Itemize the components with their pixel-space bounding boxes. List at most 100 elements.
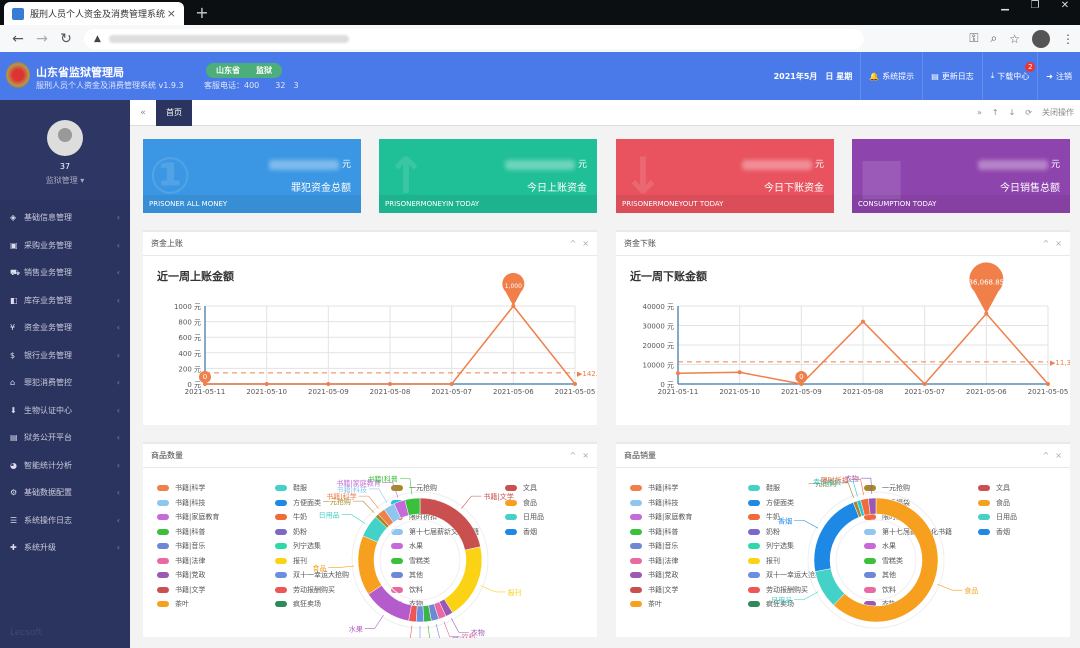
data-point	[449, 382, 454, 386]
inner-ring	[835, 519, 917, 601]
avatar[interactable]	[47, 120, 83, 156]
label-line	[341, 514, 366, 524]
sidebar-item-label: 销售业务管理	[24, 268, 72, 278]
arrow-down-icon[interactable]: ↓	[1009, 108, 1016, 117]
menu-icon: ⌂	[10, 378, 16, 388]
stat-card[interactable]: ↓ 元 今日下账资金 PRISONERMONEYOUT TODAY	[616, 139, 834, 213]
slice-label: 书籍|科普	[368, 475, 398, 484]
min-label: 0	[203, 373, 207, 381]
star-icon[interactable]: ☆	[1009, 32, 1020, 46]
min-label: 0	[799, 373, 803, 381]
max-label: 36,068.85	[969, 278, 1005, 286]
user-profile: 37 监狱管理 ▾	[0, 100, 130, 200]
sidebar-item[interactable]: ⚙ 基础数据配置 ‹	[0, 479, 130, 507]
label-line	[450, 618, 469, 633]
chevron-left-icon: ‹	[116, 268, 120, 278]
pie-slice	[419, 497, 481, 551]
org-name: 山东省监狱管理局	[36, 66, 124, 79]
sidebar-item[interactable]: ✚ 系统升级 ‹	[0, 534, 130, 562]
close-icon[interactable]: ×	[582, 239, 589, 248]
label-line	[860, 477, 873, 495]
collapse-icon[interactable]: ^	[1043, 239, 1050, 248]
sidebar-item[interactable]: $ 银行业务管理 ‹	[0, 342, 130, 370]
menu-icon: $	[10, 350, 16, 360]
profile-icon[interactable]	[1032, 29, 1050, 48]
user-role-dropdown[interactable]: 监狱管理 ▾	[0, 175, 130, 186]
menu-icon: ▣	[10, 240, 18, 250]
forward-icon[interactable]: →	[30, 31, 54, 47]
x-tick-label: 2021-05-05	[1028, 388, 1069, 396]
stat-card[interactable]: ① 元 罪犯资金总额 PRISONER ALL MONEY	[143, 139, 361, 213]
current-date: 2021年5月 日 星期	[773, 71, 853, 81]
y-tick-label: 200 元	[178, 365, 201, 373]
sidebar-item-label: 系统操作日志	[24, 515, 72, 525]
browser-tab[interactable]: 服刑人员个人资金及消费管理系统 ×	[4, 2, 184, 25]
card-label: 今日上账资金	[527, 183, 587, 194]
sidebar-item[interactable]: ◈ 基础信息管理 ‹	[0, 204, 130, 232]
chevron-left-icon: ‹	[116, 350, 120, 360]
prison-badge: 山东省 监狱	[206, 63, 282, 78]
sidebar-item[interactable]: ¥ 资金业务管理 ‹	[0, 314, 130, 342]
download-center-button[interactable]: ⤓ 下载中心 2	[981, 52, 1038, 100]
sidebar-item[interactable]: ☰ 系统操作日志 ‹	[0, 507, 130, 535]
tab-home[interactable]: 首页	[156, 99, 192, 126]
scroll-left-button[interactable]: «	[130, 108, 156, 118]
sidebar-item[interactable]: ⬇ 生物认证中心 ‹	[0, 397, 130, 425]
panel-funds-in: 资金上账 ^ × 近一周上账金额 0 元 200 元 400 元 600 元 800 元1…	[143, 230, 597, 425]
logout-label: 注销	[1056, 71, 1072, 81]
average-label: ▶11,366.85	[1050, 359, 1070, 367]
app-header: 山东省监狱管理局 服刑人员个人资金及消费管理系统 v1.9.3 山东省 监狱 客…	[0, 52, 1080, 100]
menu-icon[interactable]: ⋮	[1062, 32, 1074, 46]
refresh-icon[interactable]: ⟳	[1025, 108, 1032, 117]
sidebar-item[interactable]: ▤ 狱务公开平台 ‹	[0, 424, 130, 452]
scroll-right-button[interactable]: »	[977, 108, 982, 117]
line-chart-out: 0 元10000 元20000 元30000 元40000 元2021-05-1…	[643, 262, 1070, 396]
logout-button[interactable]: ➜ 注销	[1037, 52, 1080, 100]
emblem-icon	[6, 62, 30, 88]
pie-slice	[813, 502, 860, 572]
arrow-up-icon[interactable]: ↑	[992, 108, 999, 117]
back-icon[interactable]: ←	[6, 31, 30, 47]
close-window-icon[interactable]: ✕	[1050, 0, 1080, 14]
sidebar-item[interactable]: ▣ 采购业务管理 ‹	[0, 232, 130, 260]
sidebar-item[interactable]: ⛟ 销售业务管理 ‹	[0, 259, 130, 287]
sidebar-item[interactable]: ⌂ 罪犯消费管控 ‹	[0, 369, 130, 397]
x-tick-label: 2021-05-10	[719, 388, 760, 396]
chevron-left-icon: ‹	[116, 433, 120, 443]
close-icon[interactable]: ×	[1055, 239, 1062, 248]
zoom-icon[interactable]: ⌕	[991, 31, 998, 46]
minimize-icon[interactable]: ▁	[990, 0, 1020, 14]
menu-icon: ⚙	[10, 488, 18, 498]
key-icon[interactable]: ⚿	[969, 31, 978, 46]
update-log-button[interactable]: ▤ 更新日志	[922, 52, 982, 100]
label-line	[461, 495, 482, 509]
card-value: 元	[742, 157, 824, 170]
url-input[interactable]: ▲	[84, 28, 864, 49]
sidebar-item-label: 采购业务管理	[24, 240, 72, 250]
sidebar-item-label: 狱务公开平台	[24, 433, 72, 443]
close-tab-icon[interactable]: ×	[167, 7, 176, 20]
new-tab-button[interactable]: +	[192, 4, 212, 22]
restore-icon[interactable]: ❐	[1020, 0, 1050, 14]
stat-card[interactable]: ↑ 元 今日上账资金 PRISONERMONEYIN TODAY	[379, 139, 597, 213]
stat-card[interactable]: ■ 元 今日销售总额 CONSUMPTION TODAY	[852, 139, 1070, 213]
sidebar-item[interactable]: ◧ 库存业务管理 ‹	[0, 287, 130, 315]
warning-icon: ▲	[94, 33, 101, 44]
label-line	[352, 500, 375, 513]
footer-logo: Lecsoft	[10, 628, 43, 638]
y-tick-label: 20000 元	[643, 342, 675, 350]
reload-icon[interactable]: ↻	[54, 31, 78, 47]
bell-icon: 🔔	[869, 71, 880, 81]
y-tick-label: 10000 元	[643, 362, 675, 370]
slice-label: 劳动报酬购买	[356, 637, 398, 638]
logout-icon: ➜	[1046, 71, 1053, 81]
system-notice-button[interactable]: 🔔 系统提示	[860, 52, 922, 100]
sidebar-item[interactable]: ◕ 智能统计分析 ‹	[0, 452, 130, 480]
slice-label: 食品	[964, 586, 978, 595]
collapse-icon[interactable]: ^	[570, 239, 577, 248]
slice-label: 书籍|文学	[483, 492, 513, 501]
slice-label: 衣物	[845, 474, 859, 483]
pie-slice	[357, 535, 383, 595]
close-operations-button[interactable]: 关闭操作	[1042, 107, 1074, 118]
favicon-icon	[12, 7, 24, 20]
